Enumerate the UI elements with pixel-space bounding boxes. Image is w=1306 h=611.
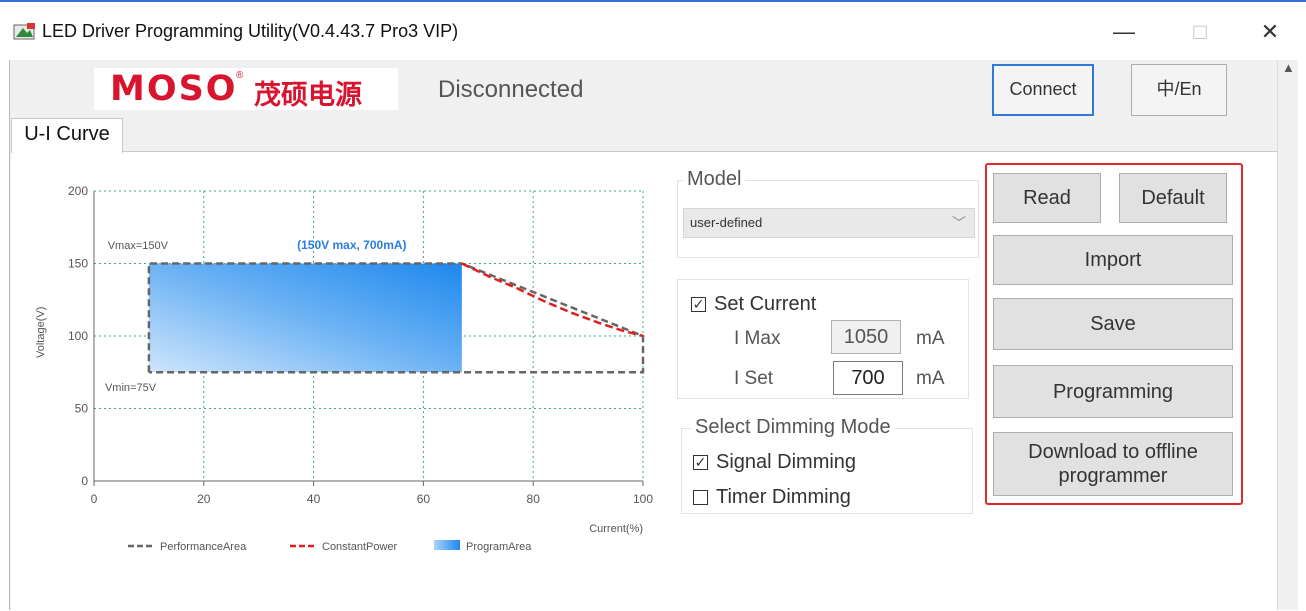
iset-input[interactable]: 700 [833,361,903,395]
programming-button[interactable]: Programming [993,365,1233,418]
set-current-checkbox[interactable]: ✓ [691,297,706,312]
imax-unit: mA [916,328,945,349]
save-button[interactable]: Save [993,298,1233,350]
app-icon [13,23,35,40]
read-button[interactable]: Read [993,173,1101,223]
x-axis-label: Current(%) [589,523,643,535]
download-offline-button[interactable]: Download to offline programmer [993,432,1233,496]
chevron-down-icon[interactable]: ﹀ [944,209,974,237]
signal-dimming-row[interactable]: ✓ Signal Dimming [693,451,856,474]
legend-program-area-label: ProgramArea [466,541,532,553]
language-toggle-button[interactable]: 中/En [1131,64,1227,116]
y-tick-label: 200 [68,184,88,198]
x-tick-label: 60 [417,492,431,506]
x-tick-label: 80 [527,492,541,506]
import-button[interactable]: Import [993,235,1233,285]
legend-program-area-swatch [434,540,460,550]
vmax-annotation: Vmax=150V [108,240,169,252]
operating-point-annotation: (150V max, 700mA) [297,238,406,252]
imax-label: I Max [734,328,781,349]
default-button[interactable]: Default [1119,173,1227,223]
minimize-button[interactable]: — [1104,14,1144,50]
iset-unit: mA [916,368,945,389]
legend-constant-power-label: ConstantPower [322,541,398,553]
model-group-label: Model [683,168,746,191]
dimming-group-label: Select Dimming Mode [691,416,895,439]
legend-performance-label: PerformanceArea [160,541,247,553]
model-select[interactable]: user-defined [683,208,975,238]
x-tick-label: 20 [197,492,211,506]
maximize-button[interactable]: □ [1180,14,1220,50]
x-tick-label: 40 [307,492,321,506]
vmin-annotation: Vmin=75V [105,382,157,394]
program-area-fill [148,263,462,373]
y-tick-label: 100 [68,329,88,343]
y-tick-label: 0 [81,474,88,488]
app-window: LED Driver Programming Utility(V0.4.43.7… [0,0,1306,611]
imax-field: 1050 [831,320,901,354]
y-axis-label: Voltage(V) [35,307,47,358]
vertical-scrollbar[interactable] [1277,60,1298,610]
tab-u-i-curve[interactable]: U-I Curve [11,118,123,153]
iset-label: I Set [734,368,774,389]
logo-chinese-text: 茂硕电源 [254,80,362,111]
logo-registered-mark: ® [236,70,244,81]
close-button[interactable]: ✕ [1250,14,1290,50]
chart-legend: PerformanceArea ConstantPower ProgramAre… [128,540,532,553]
connect-button[interactable]: Connect [992,64,1094,116]
timer-dimming-label: Timer Dimming [716,486,851,508]
y-tick-label: 50 [75,402,89,416]
connection-status: Disconnected [438,76,584,103]
u-i-curve-chart: 0 20 40 60 80 100 0 50 100 150 200 Vmax=150V Vmin=… [35,184,653,553]
x-tick-label: 0 [91,492,98,506]
signal-dimming-checkbox[interactable]: ✓ [693,455,708,470]
moso-logo: MOSO ® 茂硕电源 [94,68,398,111]
timer-dimming-row[interactable]: Timer Dimming [693,486,851,509]
window-title: LED Driver Programming Utility(V0.4.43.7… [42,21,459,41]
timer-dimming-checkbox[interactable] [693,490,708,505]
signal-dimming-label: Signal Dimming [716,451,857,473]
y-tick-label: 150 [68,257,88,271]
logo-brand-text: MOSO [110,69,238,109]
title-bar: LED Driver Programming Utility(V0.4.43.7… [0,0,1306,60]
set-current-checkbox-row[interactable]: ✓ Set Current [691,293,816,316]
x-tick-label: 100 [633,492,653,506]
scroll-up-arrow-icon[interactable]: ▲ [1282,60,1295,75]
set-current-label: Set Current [714,293,817,315]
